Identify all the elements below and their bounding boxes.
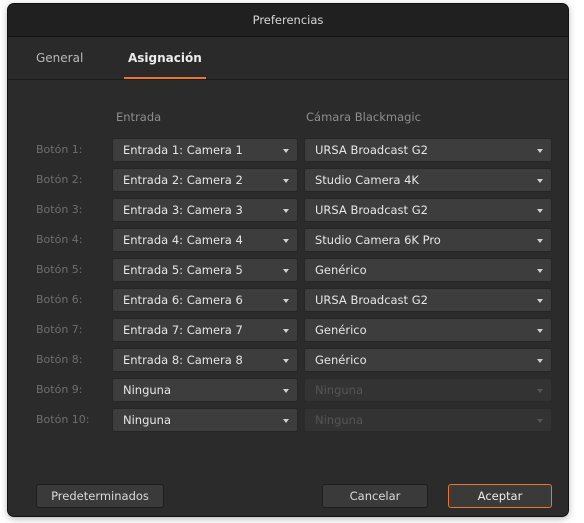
- tab-assignment[interactable]: Asignación: [124, 37, 206, 79]
- mapping-row: Botón 5: Entrada 5: Camera 5 Genérico: [8, 258, 568, 282]
- camera-select[interactable]: Studio Camera 4K: [304, 168, 552, 192]
- input-select-value: Entrada 3: Camera 3: [123, 203, 243, 217]
- mapping-row: Botón 6: Entrada 6: Camera 6 URSA Broadcas…: [8, 288, 568, 312]
- accept-button[interactable]: Aceptar: [448, 484, 552, 508]
- button-label: Botón 6:: [36, 293, 83, 306]
- chevron-down-icon: [537, 389, 543, 393]
- camera-select-value: Ninguna: [315, 413, 364, 427]
- input-select[interactable]: Entrada 5: Camera 5: [112, 258, 298, 282]
- chevron-down-icon: [283, 209, 289, 213]
- input-select-value: Entrada 2: Camera 2: [123, 173, 243, 187]
- camera-select-value: URSA Broadcast G2: [315, 203, 428, 217]
- mapping-row: Botón 10: Ninguna Ninguna: [8, 408, 568, 432]
- button-label: Botón 4:: [36, 233, 83, 246]
- mapping-row: Botón 2: Entrada 2: Camera 2 Studio Camera…: [8, 168, 568, 192]
- tab-assignment-label: Asignación: [128, 51, 202, 65]
- input-select[interactable]: Entrada 2: Camera 2: [112, 168, 298, 192]
- button-label: Botón 8:: [36, 353, 83, 366]
- button-label: Botón 3:: [36, 203, 83, 216]
- tab-general-label: General: [36, 51, 84, 65]
- camera-select[interactable]: Genérico: [304, 348, 552, 372]
- camera-select-value: Genérico: [315, 263, 367, 277]
- chevron-down-icon: [283, 359, 289, 363]
- tab-general[interactable]: General: [36, 37, 83, 79]
- input-select-value: Entrada 5: Camera 5: [123, 263, 243, 277]
- mapping-row: Botón 3: Entrada 3: Camera 3 URSA Broadcas…: [8, 198, 568, 222]
- column-header-input: Entrada: [116, 110, 162, 124]
- camera-select-value: URSA Broadcast G2: [315, 293, 428, 307]
- input-select-value: Ninguna: [123, 383, 172, 397]
- input-select[interactable]: Entrada 7: Camera 7: [112, 318, 298, 342]
- chevron-down-icon: [537, 419, 543, 423]
- chevron-down-icon: [283, 149, 289, 153]
- input-select[interactable]: Ninguna: [112, 378, 298, 402]
- camera-select[interactable]: URSA Broadcast G2: [304, 198, 552, 222]
- button-label: Botón 5:: [36, 263, 83, 276]
- active-tab-indicator: [124, 77, 206, 79]
- button-label: Botón 10:: [36, 413, 90, 426]
- input-select-value: Entrada 6: Camera 6: [123, 293, 243, 307]
- input-select[interactable]: Entrada 4: Camera 4: [112, 228, 298, 252]
- input-select[interactable]: Ninguna: [112, 408, 298, 432]
- camera-select: Ninguna: [304, 408, 552, 432]
- camera-select[interactable]: URSA Broadcast G2: [304, 138, 552, 162]
- input-select-value: Entrada 4: Camera 4: [123, 233, 243, 247]
- chevron-down-icon: [283, 329, 289, 333]
- chevron-down-icon: [537, 179, 543, 183]
- camera-select-value: Genérico: [315, 353, 367, 367]
- input-select-value: Entrada 7: Camera 7: [123, 323, 243, 337]
- chevron-down-icon: [283, 419, 289, 423]
- camera-select[interactable]: Studio Camera 6K Pro: [304, 228, 552, 252]
- camera-select-value: Ninguna: [315, 383, 364, 397]
- chevron-down-icon: [283, 299, 289, 303]
- chevron-down-icon: [537, 149, 543, 153]
- chevron-down-icon: [283, 239, 289, 243]
- mapping-row: Botón 1: Entrada 1: Camera 1 URSA Broadcas…: [8, 138, 568, 162]
- chevron-down-icon: [283, 179, 289, 183]
- chevron-down-icon: [537, 209, 543, 213]
- input-select[interactable]: Entrada 3: Camera 3: [112, 198, 298, 222]
- defaults-button[interactable]: Predeterminados: [36, 484, 164, 508]
- chevron-down-icon: [537, 239, 543, 243]
- mapping-row: Botón 8: Entrada 8: Camera 8 Genérico: [8, 348, 568, 372]
- chevron-down-icon: [537, 329, 543, 333]
- button-label: Botón 9:: [36, 383, 83, 396]
- chevron-down-icon: [537, 269, 543, 273]
- window-title: Preferencias: [8, 4, 568, 37]
- button-label: Botón 1:: [36, 143, 83, 156]
- input-select-value: Ninguna: [123, 413, 172, 427]
- column-header-camera: Cámara Blackmagic: [306, 110, 421, 124]
- button-label: Botón 2:: [36, 173, 83, 186]
- chevron-down-icon: [537, 359, 543, 363]
- camera-select: Ninguna: [304, 378, 552, 402]
- input-select[interactable]: Entrada 8: Camera 8: [112, 348, 298, 372]
- button-label: Botón 7:: [36, 323, 83, 336]
- preferences-window: Preferencias General Asignación Entrada …: [8, 4, 568, 516]
- input-select[interactable]: Entrada 6: Camera 6: [112, 288, 298, 312]
- chevron-down-icon: [537, 299, 543, 303]
- mapping-row: Botón 9: Ninguna Ninguna: [8, 378, 568, 402]
- camera-select[interactable]: Genérico: [304, 258, 552, 282]
- camera-select-value: Genérico: [315, 323, 367, 337]
- input-select-value: Entrada 1: Camera 1: [123, 143, 243, 157]
- camera-select[interactable]: URSA Broadcast G2: [304, 288, 552, 312]
- camera-select-value: Studio Camera 6K Pro: [315, 233, 441, 247]
- mapping-row: Botón 4: Entrada 4: Camera 4 Studio Camera…: [8, 228, 568, 252]
- input-select-value: Entrada 8: Camera 8: [123, 353, 243, 367]
- camera-select-value: URSA Broadcast G2: [315, 143, 428, 157]
- cancel-button[interactable]: Cancelar: [322, 484, 428, 508]
- camera-select-value: Studio Camera 4K: [315, 173, 419, 187]
- tab-bar: General Asignación: [8, 37, 568, 80]
- assignment-panel: Entrada Cámara Blackmagic Botón 1: Entrad…: [8, 80, 568, 516]
- input-select[interactable]: Entrada 1: Camera 1: [112, 138, 298, 162]
- chevron-down-icon: [283, 269, 289, 273]
- camera-select[interactable]: Genérico: [304, 318, 552, 342]
- chevron-down-icon: [283, 389, 289, 393]
- mapping-row: Botón 7: Entrada 7: Camera 7 Genérico: [8, 318, 568, 342]
